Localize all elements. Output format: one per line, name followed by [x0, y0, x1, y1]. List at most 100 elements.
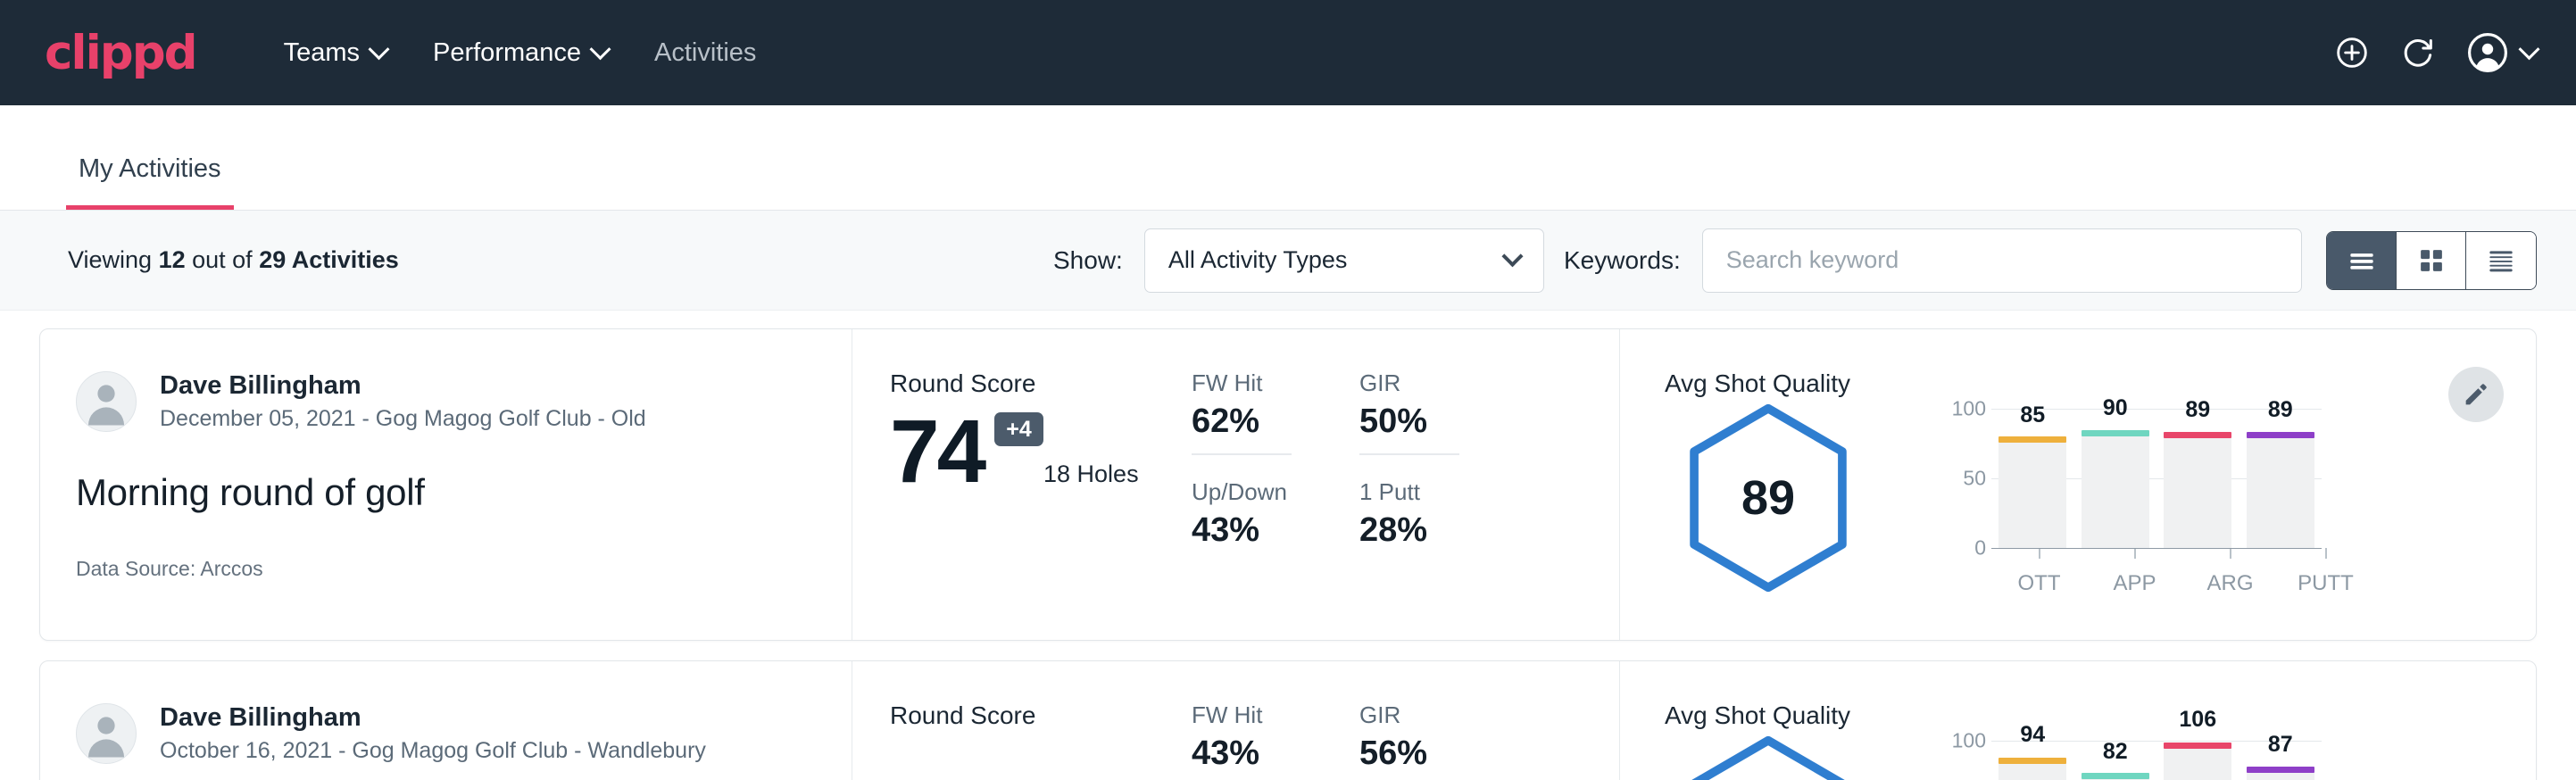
list-view-icon	[2345, 244, 2379, 278]
stat-value-fw-hit: 43%	[1192, 734, 1292, 780]
chevron-down-icon	[589, 38, 611, 60]
y-tick-100: 100	[1952, 729, 1986, 753]
viewing-prefix: Viewing	[68, 246, 159, 273]
round-score-value: 74	[890, 407, 984, 496]
keywords-label: Keywords:	[1564, 246, 1681, 275]
view-mode-list-button[interactable]	[2327, 232, 2397, 289]
activity-card-list: Dave Billingham December 05, 2021 - Gog …	[0, 311, 2576, 780]
app-logo[interactable]: clippd	[45, 29, 196, 77]
chart-plot-area: 94 82	[1991, 741, 2322, 780]
x-tick	[2087, 548, 2182, 559]
bar-value-arg: 106	[2179, 707, 2216, 733]
shot-quality-bar-chart: 100 50 0 85	[1940, 409, 2373, 596]
y-tick-0: 0	[1974, 536, 1986, 560]
stat-label-up-down: Up/Down	[1192, 478, 1292, 506]
y-tick-50: 50	[1963, 467, 1986, 491]
holes-played-label: 18 Holes	[1043, 461, 1184, 488]
refresh-icon	[2400, 35, 2436, 71]
x-label-app: APP	[2087, 571, 2182, 596]
edit-activity-button[interactable]	[2448, 367, 2504, 422]
viewing-total: 29 Activities	[259, 246, 399, 273]
stat-value-fw-hit: 62%	[1192, 402, 1292, 455]
person-icon	[77, 371, 136, 431]
bar-cap-app	[2082, 430, 2149, 436]
account-circle-icon	[2466, 31, 2509, 74]
tab-label: My Activities	[79, 154, 221, 183]
chevron-down-icon	[368, 38, 389, 60]
chart-x-ticks	[1991, 548, 2373, 559]
round-score-label: Round Score	[890, 369, 1184, 398]
chart-plot-area: 85 90	[1991, 409, 2322, 548]
activity-meta: December 05, 2021 - Gog Magog Golf Club …	[160, 405, 646, 433]
bar-value-app: 90	[2103, 395, 2128, 421]
bar-cap-putt	[2247, 767, 2314, 773]
activity-type-select[interactable]: All Activity Types	[1144, 228, 1544, 293]
nav-item-label: Performance	[433, 38, 581, 68]
search-input[interactable]	[1702, 228, 2302, 293]
primary-nav: Teams Performance Activities	[261, 28, 780, 79]
x-label-putt: PUTT	[2278, 571, 2373, 596]
stat-value-up-down: 43%	[1192, 511, 1292, 562]
nav-item-activities[interactable]: Activities	[631, 28, 779, 79]
grid-view-icon	[2414, 244, 2448, 278]
bar-cap-app	[2082, 773, 2149, 779]
add-button[interactable]	[2334, 35, 2370, 71]
bar-ott	[1998, 442, 2066, 548]
top-nav-actions	[2334, 0, 2537, 105]
stat-label-fw-hit: FW Hit	[1192, 369, 1292, 397]
bar-value-ott: 94	[2020, 722, 2045, 748]
activity-author: Dave Billingham October 16, 2021 - Gog M…	[76, 701, 852, 766]
activity-meta: October 16, 2021 - Gog Magog Golf Club -…	[160, 737, 706, 765]
activity-card[interactable]: Dave Billingham October 16, 2021 - Gog M…	[39, 660, 2537, 780]
chart-y-axis: 100 50 0	[1940, 741, 1991, 780]
keyword-filter: Keywords:	[1564, 228, 2302, 293]
bar-group-arg: 106	[2156, 741, 2239, 780]
stat-label-gir: GIR	[1359, 369, 1459, 397]
activity-summary-column: Dave Billingham October 16, 2021 - Gog M…	[40, 661, 852, 780]
bar-cap-putt	[2247, 432, 2314, 438]
view-mode-toggle-group	[2326, 231, 2537, 290]
y-tick-100: 100	[1952, 397, 1986, 421]
view-mode-grid-button[interactable]	[2397, 232, 2466, 289]
bar-cap-ott	[1998, 436, 2066, 443]
nav-item-teams[interactable]: Teams	[261, 28, 410, 79]
stats-column: FW Hit 62% GIR 50% Up/Down 43% 1 Putt 28…	[1184, 329, 1620, 640]
quality-hexagon	[1681, 734, 1856, 780]
nav-item-performance[interactable]: Performance	[410, 28, 631, 79]
activity-card[interactable]: Dave Billingham December 05, 2021 - Gog …	[39, 328, 2537, 641]
activity-summary-column: Dave Billingham December 05, 2021 - Gog …	[40, 329, 852, 640]
quality-score-value	[1681, 734, 1856, 780]
stat-value-gir: 56%	[1359, 734, 1459, 780]
bar-cap-ott	[1998, 758, 2066, 764]
bar-ott	[1998, 763, 2066, 780]
avg-shot-quality-label: Avg Shot Quality	[1665, 701, 2536, 730]
view-mode-compact-button[interactable]	[2466, 232, 2536, 289]
x-tick	[2278, 548, 2373, 559]
viewing-count: 12	[159, 246, 186, 273]
top-navigation-bar: clippd Teams Performance Activities	[0, 0, 2576, 105]
avg-shot-quality-column: Avg Shot Quality 89 100 50 0	[1620, 329, 2536, 640]
round-score-column: Round Score	[852, 661, 1184, 780]
activity-count-summary: Viewing 12 out of 29 Activities	[68, 246, 399, 274]
avatar	[76, 371, 137, 432]
player-name: Dave Billingham	[160, 701, 706, 734]
quality-score-value: 89	[1681, 402, 1856, 594]
x-tick	[2182, 548, 2278, 559]
avatar	[76, 703, 137, 764]
round-score-column: Round Score 74 +4 18 Holes	[852, 329, 1184, 640]
filter-toolbar: Viewing 12 out of 29 Activities Show: Al…	[0, 211, 2576, 311]
bar-cap-arg	[2164, 432, 2231, 438]
refresh-button[interactable]	[2400, 35, 2436, 71]
activity-data-source: Data Source: Arccos	[76, 557, 852, 581]
bar-arg	[2164, 748, 2231, 780]
bar-arg	[2164, 437, 2231, 548]
avg-shot-quality-body: 100 50 0 94	[1665, 734, 2536, 780]
chevron-down-icon	[1501, 245, 1523, 267]
axis-baseline	[1991, 548, 2322, 549]
tab-my-activities[interactable]: My Activities	[66, 156, 234, 210]
player-name: Dave Billingham	[160, 369, 646, 402]
avg-shot-quality-body: 89 100 50 0	[1665, 402, 2536, 596]
avg-shot-quality-label: Avg Shot Quality	[1665, 369, 2536, 398]
account-menu-button[interactable]	[2466, 31, 2537, 74]
show-label: Show:	[1053, 246, 1123, 275]
